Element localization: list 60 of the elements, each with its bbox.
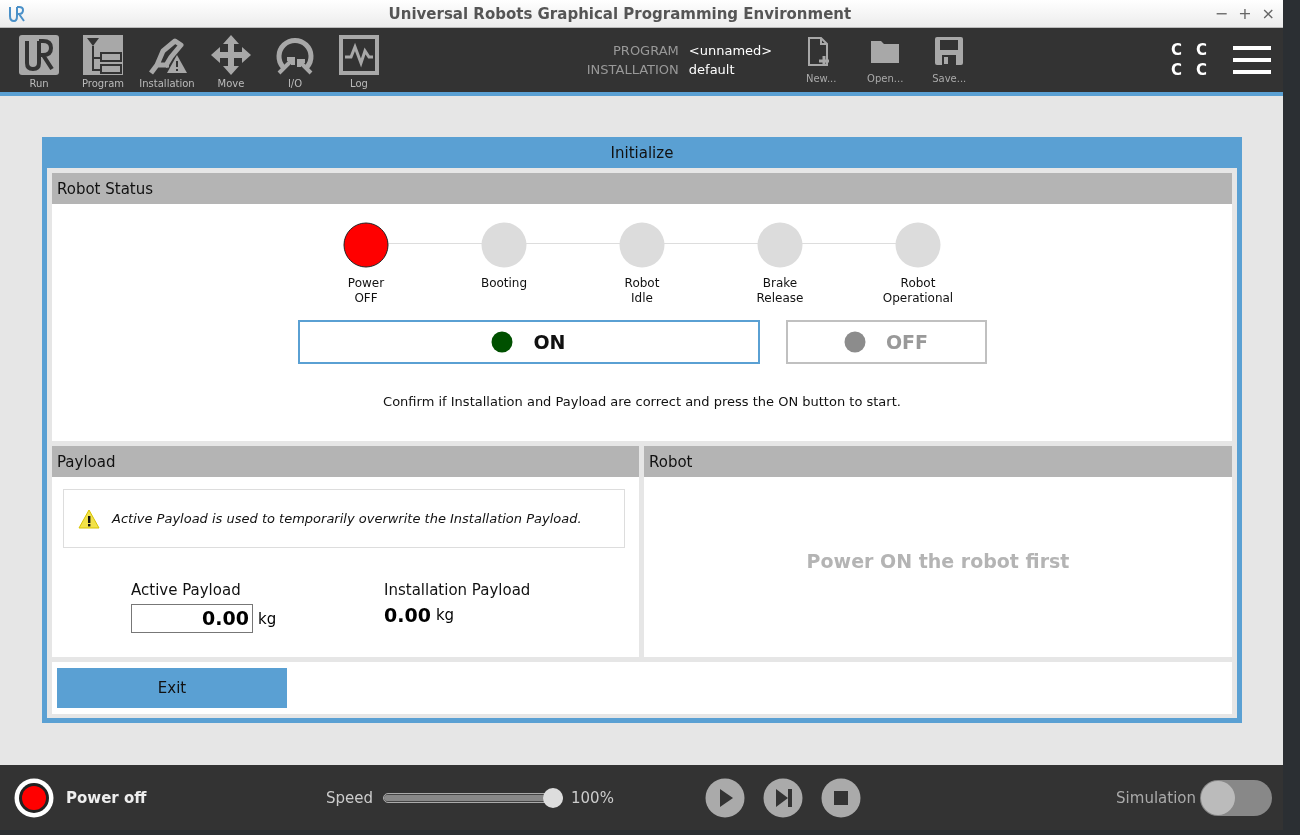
program-tree-icon bbox=[83, 35, 123, 75]
step-label: Brake Release bbox=[756, 276, 804, 306]
unit-label: kg bbox=[258, 609, 277, 628]
status-letter: C bbox=[1196, 41, 1207, 59]
instruction-text: Confirm if Installation and Payload are correct and press the ON button to start. bbox=[382, 394, 902, 409]
simulation-toggle[interactable] bbox=[1200, 779, 1272, 816]
nav-tab[interactable]: Run bbox=[12, 31, 66, 89]
nav-tab[interactable]: Program bbox=[76, 31, 130, 89]
speed-label: Speed bbox=[326, 788, 374, 807]
logo-icon bbox=[19, 35, 59, 75]
power-status-label: Power off bbox=[66, 788, 148, 807]
stop-button[interactable] bbox=[821, 777, 862, 818]
window-title: Universal Robots Graphical Programming Environment bbox=[387, 4, 853, 23]
minimize-button[interactable]: − bbox=[1214, 4, 1229, 23]
play-button[interactable] bbox=[705, 777, 746, 818]
status-letter: C bbox=[1196, 61, 1207, 79]
app-logo-icon bbox=[8, 4, 25, 23]
step-button[interactable] bbox=[763, 777, 804, 818]
section-header: Robot Status bbox=[52, 173, 1232, 204]
section-header: Payload bbox=[52, 446, 639, 477]
power-status-icon[interactable] bbox=[14, 777, 54, 818]
log-chart-icon bbox=[339, 35, 379, 75]
nav-tab[interactable]: Installation bbox=[140, 31, 194, 89]
robot-message: Power ON the robot first bbox=[805, 549, 1071, 574]
file-button[interactable]: Save... bbox=[928, 36, 971, 84]
step-label: Booting bbox=[480, 276, 528, 291]
step-label: Power OFF bbox=[347, 276, 385, 306]
step-label: Robot Idle bbox=[624, 276, 660, 306]
move-arrows-icon bbox=[211, 35, 251, 75]
maximize-button[interactable]: + bbox=[1238, 4, 1252, 23]
section-header: Robot bbox=[644, 446, 1232, 477]
close-button[interactable]: × bbox=[1261, 4, 1275, 23]
dialog-title: Initialize bbox=[609, 142, 675, 164]
speed-slider[interactable] bbox=[383, 787, 564, 808]
speed-reading: 100% bbox=[571, 788, 615, 807]
step-label: Robot Operational bbox=[882, 276, 954, 306]
payload-input-field[interactable]: 0.00 bbox=[131, 604, 253, 633]
status-letter: C bbox=[1170, 61, 1182, 79]
simulation-label: Simulation bbox=[1116, 788, 1196, 807]
slider-thumb[interactable] bbox=[543, 787, 564, 808]
file-button[interactable]: Open... bbox=[864, 36, 907, 84]
power-on-button[interactable]: ON bbox=[297, 320, 760, 364]
field-label: Active Payload bbox=[131, 581, 242, 599]
menu-icon[interactable] bbox=[1233, 46, 1271, 74]
file-button[interactable]: New... bbox=[800, 36, 843, 84]
payload-value: 0.00 bbox=[384, 604, 431, 626]
unit-label: kg bbox=[435, 606, 455, 624]
io-circle-icon bbox=[275, 35, 315, 75]
exit-button[interactable]: Exit bbox=[57, 668, 287, 708]
nav-tab[interactable]: Log bbox=[332, 31, 386, 89]
warning-text: Active Payload is used to temporarily overwrite the Installation Payload. bbox=[112, 511, 582, 526]
info-value: default bbox=[688, 62, 736, 77]
info-value: <unnamed> bbox=[688, 43, 773, 58]
field-label: Installation Payload bbox=[384, 581, 532, 599]
nav-tab[interactable]: Move bbox=[204, 31, 258, 89]
info-label: PROGRAM bbox=[612, 43, 679, 58]
nav-tab[interactable]: I/O bbox=[268, 31, 322, 89]
info-label: INSTALLATION bbox=[586, 62, 679, 77]
status-letter: C bbox=[1170, 41, 1182, 59]
warning-icon bbox=[78, 508, 100, 529]
